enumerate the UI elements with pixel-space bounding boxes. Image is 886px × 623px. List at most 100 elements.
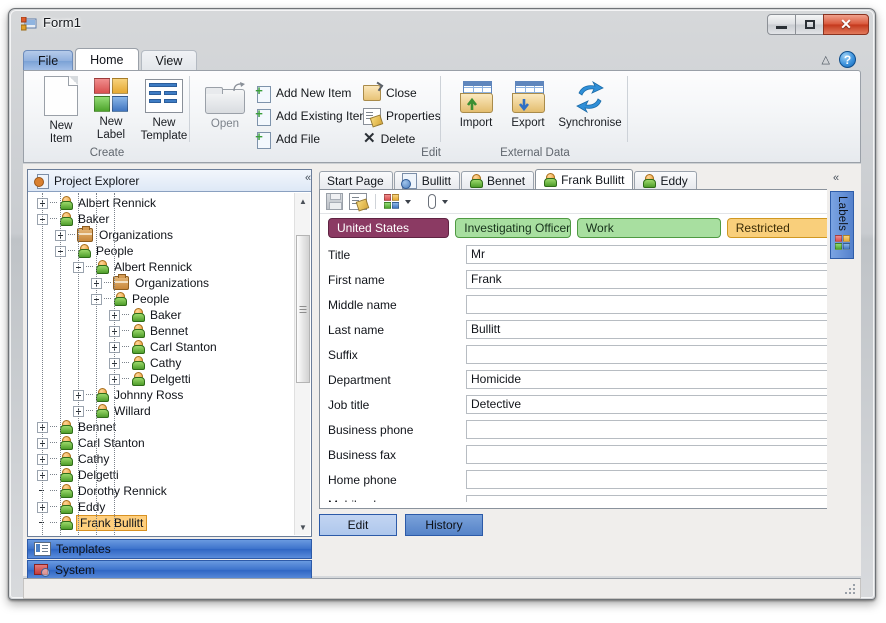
tree-connector: [50, 218, 57, 220]
field-input[interactable]: [466, 445, 830, 464]
properties-label: Properties: [386, 109, 441, 123]
tree-item[interactable]: People: [29, 243, 294, 259]
tree-item[interactable]: Dorothy Rennick: [29, 483, 294, 499]
tree-item[interactable]: Cathy: [29, 451, 294, 467]
tree-item[interactable]: Organizations: [29, 274, 294, 291]
close-button-ribbon[interactable]: Close: [363, 83, 417, 103]
field-input[interactable]: [466, 295, 830, 314]
tree-item[interactable]: Baker: [29, 307, 294, 323]
document-tab-label: Frank Bullitt: [561, 173, 625, 187]
minimize-icon: [776, 26, 787, 29]
tree-guide-line: [42, 193, 44, 535]
add-existing-item-button[interactable]: + Add Existing Item: [255, 106, 369, 126]
synchronise-button[interactable]: Synchronise: [552, 80, 628, 130]
minimize-button[interactable]: [767, 14, 796, 35]
tree-connector: [50, 426, 57, 428]
document-tab[interactable]: Eddy: [634, 171, 697, 190]
tree-item[interactable]: Johnny Ross: [29, 387, 294, 403]
tree-item[interactable]: Baker: [29, 211, 294, 227]
tree-item[interactable]: Albert Rennick: [29, 259, 294, 275]
export-button[interactable]: Export: [500, 81, 556, 130]
tree-item[interactable]: Organizations: [29, 226, 294, 243]
chevron-down-icon[interactable]: [405, 199, 411, 204]
field-label: Department: [328, 372, 391, 387]
field-input[interactable]: Mr: [466, 245, 830, 264]
properties-button[interactable]: Properties: [363, 106, 441, 126]
tree-item[interactable]: Eddy: [29, 499, 294, 515]
person-icon: [131, 340, 145, 354]
tree-item[interactable]: Cathy: [29, 355, 294, 371]
field-input[interactable]: [466, 495, 830, 502]
ribbon-group-create: New Item New Label New Template Create: [24, 71, 190, 162]
attachment-icon[interactable]: [428, 194, 436, 209]
resize-grip-icon[interactable]: [845, 584, 857, 596]
document-tab-label: Start Page: [327, 174, 384, 188]
import-button[interactable]: Import: [448, 81, 504, 130]
ribbon-tab-view[interactable]: View: [140, 50, 198, 71]
label-tag[interactable]: Investigating Officer: [455, 218, 571, 238]
chevron-down-icon[interactable]: [442, 199, 448, 204]
tree-item[interactable]: Willard: [29, 403, 294, 419]
system-icon: [34, 563, 50, 577]
add-new-item-button[interactable]: + Add New Item: [255, 83, 351, 103]
labels-tab[interactable]: Labels: [830, 191, 854, 259]
panel-bar-system[interactable]: System: [27, 560, 312, 580]
toolbar-separator: [375, 194, 376, 209]
help-icon[interactable]: ?: [839, 51, 856, 68]
close-button[interactable]: ✕: [823, 14, 869, 35]
document-tab[interactable]: Frank Bullitt: [535, 169, 634, 190]
field-row: Department Homicide: [328, 367, 830, 392]
collapse-ribbon-icon[interactable]: △: [822, 53, 830, 66]
tree-item[interactable]: Carl Stanton: [29, 339, 294, 355]
properties-icon[interactable]: [349, 193, 367, 210]
tree-item[interactable]: People: [29, 291, 294, 307]
field-input[interactable]: [466, 345, 830, 364]
app-root: Form1 ✕ File Home View △ ? New Item New …: [0, 0, 886, 623]
tree-item[interactable]: Carl Stanton: [29, 435, 294, 451]
ribbon-tab-file[interactable]: File: [23, 50, 74, 71]
field-input[interactable]: [466, 420, 830, 439]
project-tree[interactable]: Albert Rennick Baker Organizations People Al…: [29, 193, 294, 535]
save-icon[interactable]: [326, 193, 343, 210]
status-bar: [23, 578, 861, 599]
labels-icon[interactable]: [384, 194, 399, 209]
tree-item-label: Baker: [150, 308, 182, 322]
document-tab[interactable]: Start Page: [319, 171, 393, 190]
history-button[interactable]: History: [405, 514, 483, 536]
tree-connector: [86, 394, 93, 396]
collapse-explorer-chevron-icon[interactable]: «: [305, 172, 311, 184]
document-area: Start Page Bullitt Bennet Frank Bullitt Eddy: [319, 169, 857, 537]
label-tag[interactable]: United States: [328, 218, 450, 238]
tree-item[interactable]: Frank Bullitt: [29, 515, 294, 531]
document-tab[interactable]: Bullitt: [393, 171, 461, 190]
document-tab[interactable]: Bennet: [461, 171, 535, 190]
panel-bar-templates[interactable]: Templates: [27, 539, 312, 559]
tree-item[interactable]: Delgetti: [29, 467, 294, 483]
collapse-explorer-icon[interactable]: [868, 161, 871, 173]
open-button[interactable]: Open: [199, 82, 251, 131]
label-tag[interactable]: Work: [576, 218, 721, 238]
ribbon-tab-home[interactable]: Home: [75, 48, 139, 71]
tree-item[interactable]: Albert Rennick: [29, 195, 294, 211]
delete-button[interactable]: ✕ Delete: [363, 129, 415, 149]
scroll-up-icon[interactable]: ▲: [295, 193, 311, 209]
field-input[interactable]: Bullitt: [466, 320, 830, 339]
document-tab-label: Bennet: [487, 174, 526, 188]
tree-connector: [122, 378, 129, 380]
field-input[interactable]: Homicide: [466, 370, 830, 389]
field-input[interactable]: Frank: [466, 270, 830, 289]
tree-item[interactable]: Bennet: [29, 419, 294, 435]
tree-connector: [50, 490, 57, 492]
maximize-button[interactable]: [795, 14, 824, 35]
tree-item[interactable]: Bennet: [29, 323, 294, 339]
tree-connector: [50, 474, 57, 476]
collapse-labels-icon[interactable]: «: [833, 172, 839, 184]
tree-scrollbar[interactable]: ▲ ▼: [294, 193, 310, 535]
tree-scroll-thumb[interactable]: [296, 235, 310, 383]
field-input[interactable]: Detective: [466, 395, 830, 414]
field-input[interactable]: [466, 470, 830, 489]
add-file-button[interactable]: + Add File: [255, 129, 320, 149]
edit-button[interactable]: Edit: [319, 514, 397, 536]
tree-item[interactable]: Delgetti: [29, 371, 294, 387]
scroll-down-icon[interactable]: ▼: [295, 519, 311, 535]
